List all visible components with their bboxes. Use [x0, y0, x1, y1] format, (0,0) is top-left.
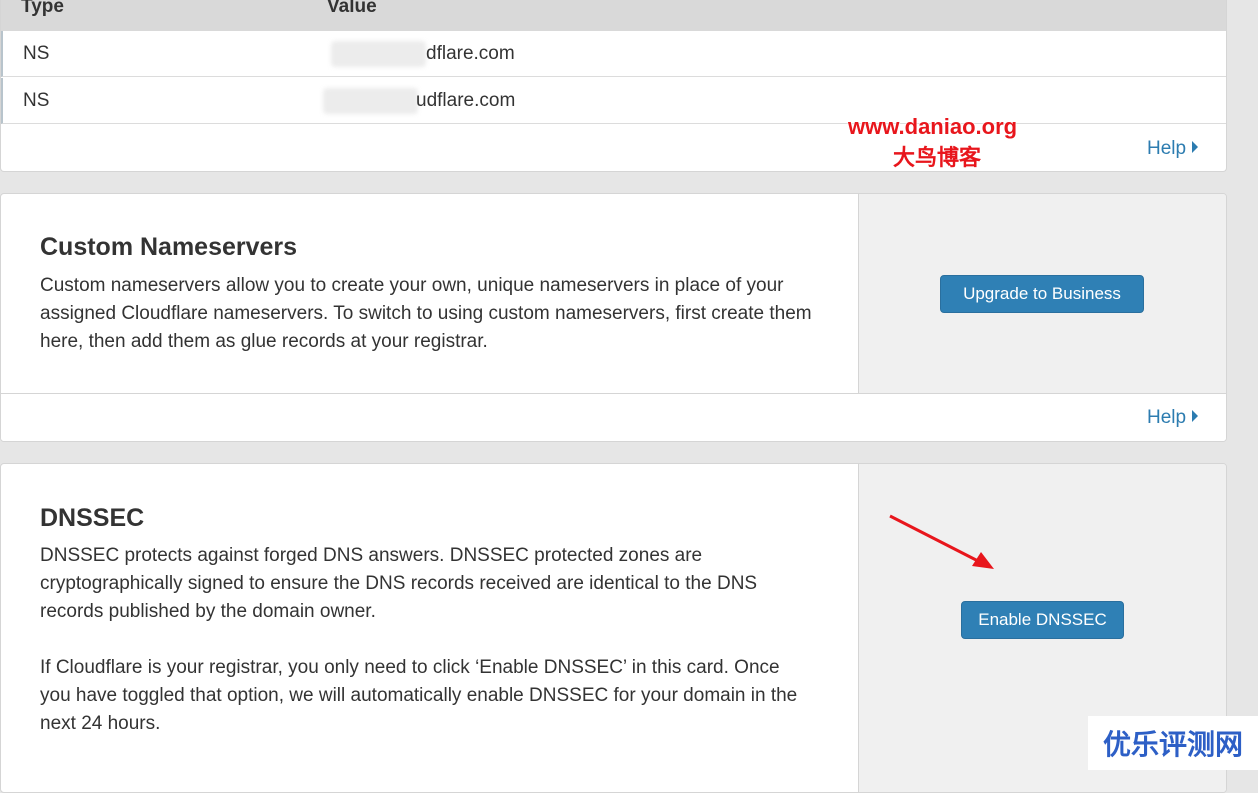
annotation-arrow-icon — [889, 514, 994, 569]
enable-dnssec-button[interactable]: Enable DNSSEC — [961, 601, 1124, 639]
custom-ns-help-link[interactable]: Help — [1147, 407, 1199, 429]
card-description: DNSSEC protects against forged DNS answe… — [40, 545, 758, 622]
caret-right-icon — [1192, 141, 1199, 153]
help-label: Help — [1147, 138, 1187, 159]
card-action-panel: Upgrade to Business — [858, 194, 1226, 393]
dnssec-card: Enable DNSSEC DNSSEC DNSSEC protects aga… — [0, 463, 1227, 793]
ns-table-header: Type Value — [1, 0, 1226, 31]
help-label: Help — [1147, 407, 1187, 428]
column-header-value: Value — [327, 0, 377, 17]
redacted-value — [323, 88, 418, 114]
ns-records-card: Type Value NS dflare.com NS udflare.com … — [0, 0, 1227, 172]
ns-help-link[interactable]: Help — [1147, 138, 1199, 160]
watermark-corner-label: 优乐评测网 — [1088, 716, 1258, 770]
watermark-site-url: www.daniao.org — [848, 114, 1018, 139]
watermark-site-name: 大鸟博客 — [893, 145, 982, 171]
custom-nameservers-card: Upgrade to Business Custom Nameservers C… — [0, 193, 1227, 442]
caret-right-icon — [1192, 410, 1199, 422]
card-description: Custom nameservers allow you to create y… — [40, 275, 812, 352]
record-value: dflare.com — [426, 43, 515, 64]
column-header-type: Type — [21, 0, 64, 17]
redacted-value — [331, 41, 426, 67]
record-value: udflare.com — [416, 90, 516, 111]
record-type: NS — [23, 43, 50, 64]
table-row: NS udflare.com — [1, 78, 1226, 124]
upgrade-to-business-button[interactable]: Upgrade to Business — [940, 275, 1144, 313]
card-note: If Cloudflare is your registrar, you onl… — [40, 657, 798, 734]
card-title: DNSSEC — [40, 504, 145, 532]
table-row: NS dflare.com — [1, 31, 1226, 77]
record-type: NS — [23, 90, 50, 111]
card-title: Custom Nameservers — [40, 233, 298, 261]
card-footer: Help — [1, 393, 1226, 441]
